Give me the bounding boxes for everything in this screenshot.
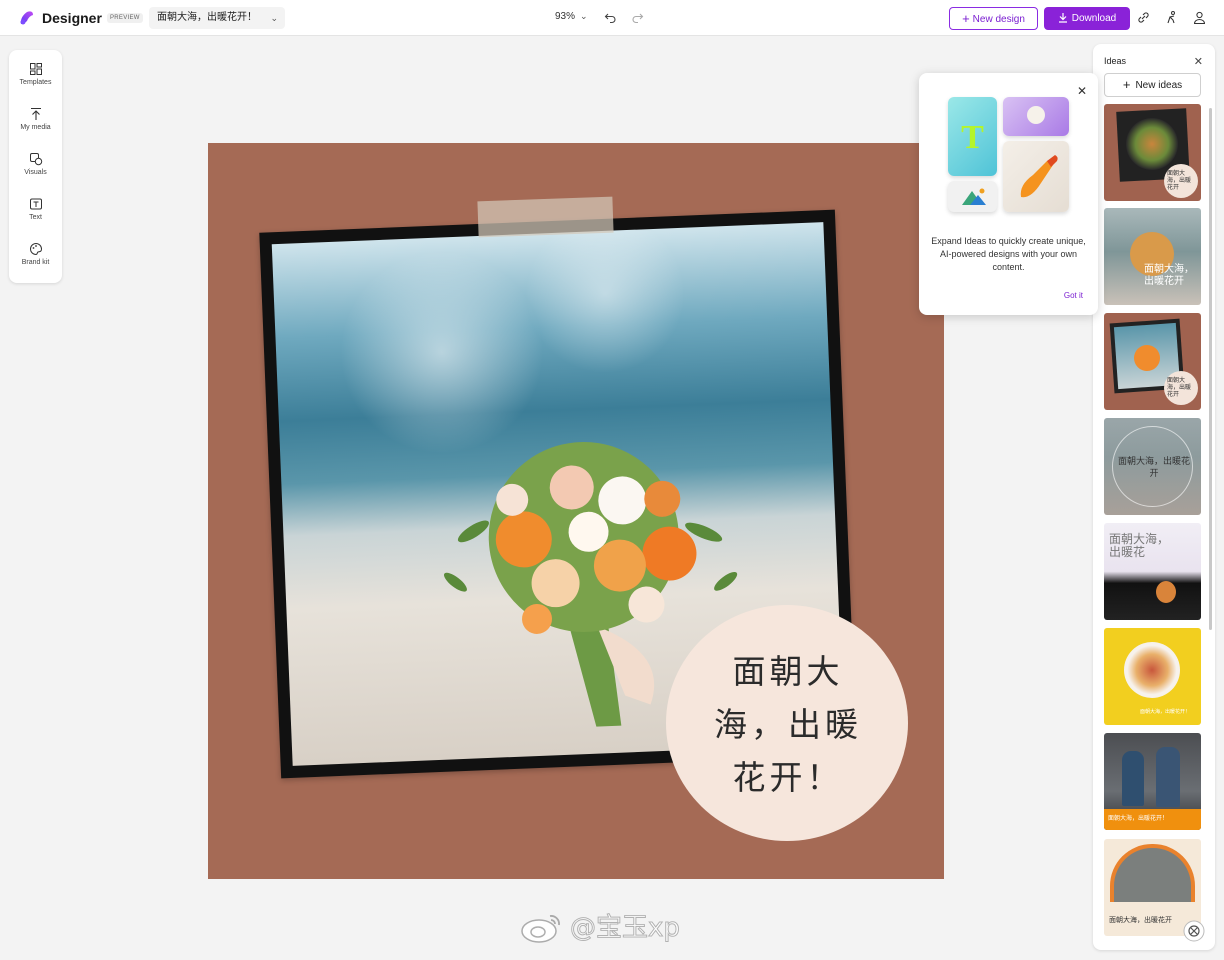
brush-tile-illustration (1003, 141, 1069, 212)
left-toolbar: Templates My media Visuals Text Brand ki… (9, 50, 62, 283)
ideas-panel: Ideas ✕ + New ideas 面朝大海，出暖花开 面朝大海，出暖花开 面… (1093, 44, 1215, 950)
new-ideas-label: New ideas (1135, 80, 1183, 91)
preview-badge: PREVIEW (107, 13, 143, 23)
headline-line: 花开！ (732, 758, 844, 797)
image-tile-illustration (948, 181, 997, 212)
upload-icon (30, 107, 41, 120)
design-name-dropdown[interactable]: 面朝大海，出暖花开！ ⌄ (149, 7, 285, 29)
zoom-value: 93% (555, 11, 576, 22)
watermark: @宝玉xp (520, 906, 680, 950)
weibo-icon (521, 915, 560, 943)
got-it-button[interactable]: Got it (1064, 291, 1083, 300)
sidebar-item-label: Visuals (24, 169, 47, 176)
sidebar-item-label: My media (20, 124, 51, 131)
chevron-down-icon: ⌄ (270, 13, 278, 23)
share-link-icon[interactable] (1136, 10, 1151, 25)
sidebar-item-text[interactable]: Text (9, 197, 62, 237)
text-t-icon: T (961, 119, 984, 156)
idea-caption: 面朝大海，出暖花开 (1167, 170, 1192, 191)
sidebar-item-label: Brand kit (21, 259, 50, 266)
undo-icon[interactable] (604, 11, 617, 24)
accessibility-icon[interactable] (1164, 10, 1179, 25)
designer-logo-icon (20, 11, 33, 25)
visuals-icon (29, 153, 42, 166)
tape-decoration (477, 196, 614, 238)
download-button[interactable]: Download (1044, 7, 1130, 30)
zoom-dropdown[interactable]: 93% ⌄ (555, 11, 588, 22)
design-canvas[interactable]: 面朝大 海，出暖 花开！ (208, 143, 944, 879)
headline-text[interactable]: 面朝大 海，出暖 花开！ (698, 645, 878, 804)
close-icon[interactable]: ✕ (1077, 84, 1087, 98)
headline-line: 海，出暖 (714, 705, 862, 744)
popup-message: Expand Ideas to quickly create unique, A… (931, 236, 1086, 272)
idea-thumbnail[interactable]: 面朝大海，出暖花开 (1104, 313, 1201, 410)
sidebar-item-visuals[interactable]: Visuals (9, 152, 62, 192)
brush-icon (1020, 155, 1058, 198)
account-icon[interactable] (1192, 10, 1207, 25)
download-icon (1058, 13, 1067, 23)
idea-caption: 面朝大海，出暖花开 (1144, 264, 1194, 287)
headline-line: 面朝大 (732, 652, 844, 691)
shape-tile-illustration (1003, 97, 1069, 136)
idea-thumbnail[interactable]: 面朝大海，出暖花 (1104, 523, 1201, 620)
templates-icon (29, 63, 42, 75)
sidebar-item-label: Templates (19, 79, 52, 86)
download-label: Download (1071, 13, 1117, 24)
chevron-down-icon: ⌄ (580, 11, 588, 21)
sidebar-item-label: Text (29, 214, 42, 221)
idea-thumbnail[interactable]: 面朝大海，出暖花开！ (1104, 628, 1201, 725)
top-bar: Designer PREVIEW 面朝大海，出暖花开！ ⌄ 93% ⌄ + New … (0, 0, 1224, 36)
idea-thumbnail[interactable]: 面朝大海，出暖花开！ (1104, 733, 1201, 830)
scrollbar[interactable] (1209, 108, 1212, 630)
watermark-text: @宝玉xp (570, 913, 681, 944)
plus-icon: + (962, 11, 970, 26)
plus-icon: + (1122, 77, 1131, 92)
app-title[interactable]: Designer (42, 10, 102, 26)
sidebar-item-templates[interactable]: Templates (9, 62, 62, 102)
idea-caption: 面朝大海，出暖花开 (1167, 377, 1192, 398)
idea-thumbnail[interactable]: 面朝大海，出暖花开 (1104, 208, 1201, 305)
idea-caption: 面朝大海，出暖花开！ (1140, 709, 1191, 715)
redo-icon[interactable] (631, 11, 644, 24)
close-icon[interactable]: ✕ (1194, 55, 1203, 68)
text-icon (29, 198, 42, 210)
ideas-title: Ideas (1104, 56, 1127, 66)
mountain-icon (962, 188, 986, 205)
sidebar-item-my-media[interactable]: My media (9, 107, 62, 147)
new-design-button[interactable]: + New design (949, 7, 1038, 30)
idea-caption: 面朝大海，出暖花开！ (1108, 815, 1169, 822)
copilot-icon[interactable] (1183, 920, 1205, 942)
idea-thumbnail[interactable]: 面朝大海，出暖花开 (1104, 104, 1201, 201)
brand-kit-icon (29, 242, 42, 256)
design-name-label: 面朝大海，出暖花开！ (157, 12, 257, 23)
idea-caption: 面朝大海，出暖花开 (1118, 457, 1191, 479)
new-design-label: New design (972, 14, 1025, 25)
text-tile-illustration: T (948, 97, 997, 176)
sidebar-item-brand-kit[interactable]: Brand kit (9, 242, 62, 282)
new-ideas-button[interactable]: + New ideas (1104, 73, 1201, 97)
idea-thumbnail[interactable]: 面朝大海，出暖花开 (1104, 418, 1201, 515)
ideas-tooltip-popup: ✕ T Expand Ideas to quickly create uniqu… (919, 73, 1098, 315)
idea-caption: 面朝大海，出暖花 (1109, 532, 1170, 559)
